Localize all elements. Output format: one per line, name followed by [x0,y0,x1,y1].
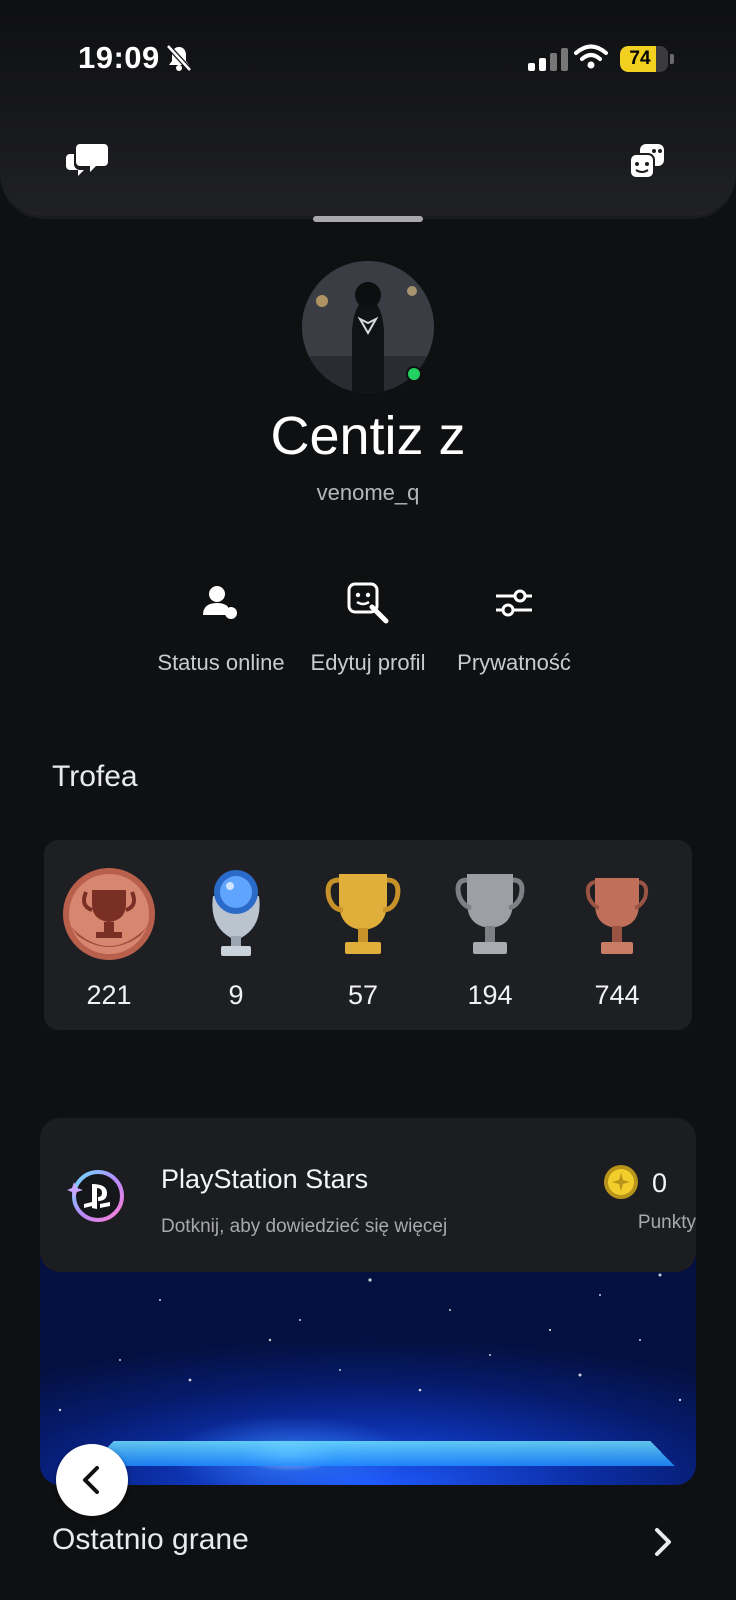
edit-profile-label: Edytuj profil [310,650,426,675]
battery-icon: 74 [620,46,668,72]
trophy-platinum: 9 [181,866,291,1011]
trophy-level-icon [54,866,164,962]
playstation-stars-banner[interactable] [40,1240,696,1485]
points-value: 0 [652,1168,668,1198]
online-status-dot [406,366,422,382]
signal-icon [528,48,568,71]
profile-screen: 19:09 74 Centiz z venome_q Status online… [0,0,736,1600]
sheet-grab-handle[interactable] [313,216,423,222]
status-online-label: Status online [157,650,285,675]
trophy-gold-icon [308,866,418,962]
trophies-title: Trofea [52,760,138,793]
playstation-stars-title: PlayStation Stars [161,1164,369,1194]
playstation-stars-subtitle: Dotknij, aby dowiedzieć się więcej [161,1216,448,1237]
privacy-sliders-icon [439,578,589,628]
trophy-silver-count: 194 [467,980,513,1010]
trophy-platinum-icon [181,866,291,962]
trophy-silver: 194 [435,866,545,1011]
trophy-bronze: 744 [562,866,672,1011]
battery-percent: 74 [629,48,651,69]
status-time: 19:09 [78,40,160,75]
trophy-gold: 57 [308,866,418,1011]
top-bar: 19:09 74 [0,0,736,216]
recently-played-title[interactable]: Ostatnio grane [52,1523,249,1557]
playstation-stars-logo-icon [64,1164,126,1231]
privacy-label: Prywatność [457,650,571,675]
battery-tip [670,54,674,64]
chevron-left-icon [83,1466,99,1494]
privacy-button[interactable]: Prywatność [439,578,589,676]
chat-bubbles-icon[interactable] [66,142,108,183]
friends-icon[interactable] [628,142,666,185]
wifi-icon [574,44,608,75]
banner-platform [89,1441,675,1466]
trophy-platinum-count: 9 [228,980,244,1010]
profile-name: Centiz z [270,406,466,466]
trophies-card[interactable]: 221 9 57 194 744 [44,840,692,1030]
playstation-stars-card[interactable]: PlayStation Stars Dotknij, aby dowiedzie… [40,1118,696,1272]
trophy-silver-icon [435,866,545,962]
back-button[interactable] [56,1444,128,1516]
trophy-bronze-icon [562,866,672,962]
trophy-gold-count: 57 [347,980,379,1010]
points-label: Punkty [637,1212,696,1233]
profile-handle: venome_q [316,480,420,505]
edit-profile-icon [293,578,443,628]
bell-muted-icon [166,44,192,77]
trophy-level: 221 [54,866,164,1011]
chevron-right-icon[interactable] [652,1526,674,1563]
trophy-level-count: 221 [86,980,132,1010]
coin-icon [603,1164,639,1205]
online-status-icon [146,578,296,628]
edit-profile-button[interactable]: Edytuj profil [293,578,443,676]
trophy-bronze-count: 744 [594,980,640,1010]
status-online-button[interactable]: Status online [146,578,296,676]
